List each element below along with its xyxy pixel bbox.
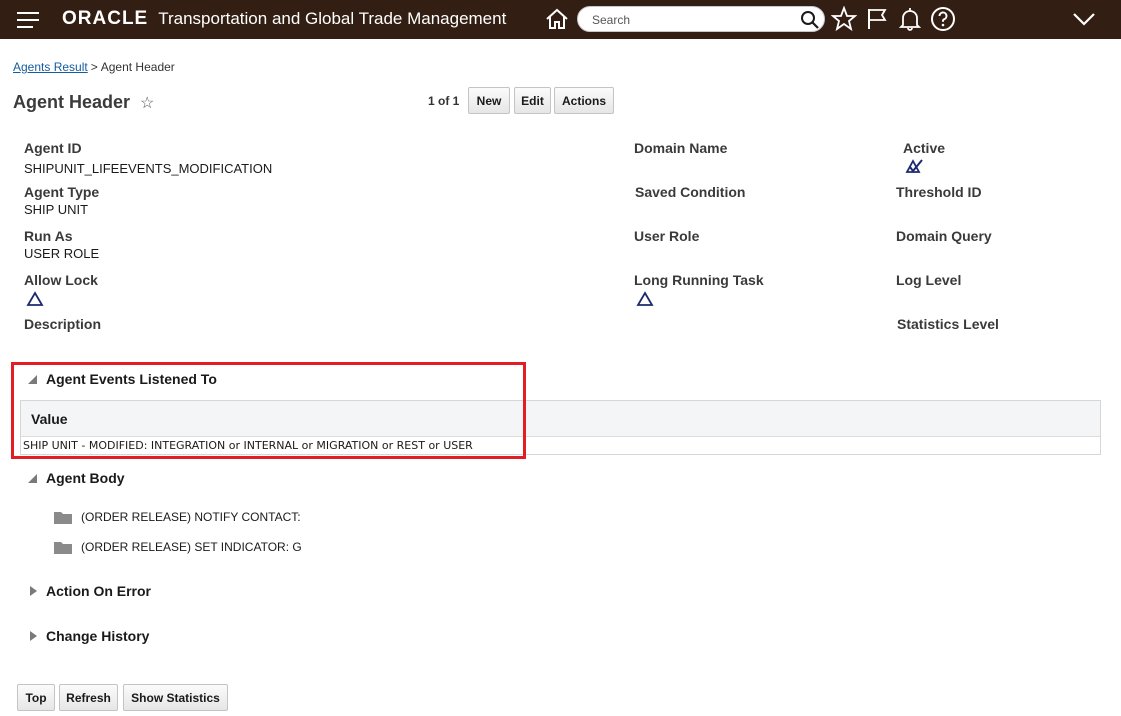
description-label: Description [24,316,102,332]
agent-id-label: Agent ID [24,140,82,156]
folder-icon [54,512,72,524]
tree-item-set-indicator[interactable]: (ORDER RELEASE) SET INDICATOR: G [54,540,302,554]
section-action-on-error-toggle[interactable]: Action On Error [26,583,151,599]
add-favorite-star-icon[interactable]: ☆ [140,93,154,113]
agent-id-value: SHIPUNIT_LIFEEVENTS_MODIFICATION [24,161,273,176]
agent-type-label: Agent Type [24,184,100,200]
notifications-bell-icon[interactable] [897,6,923,32]
breadcrumb-link-agents-result[interactable]: Agents Result [13,60,88,74]
statistics-level-label: Statistics Level [897,316,999,332]
section-agent-body-toggle[interactable]: Agent Body [26,470,125,486]
search-box[interactable] [577,6,825,32]
app-brand: ORACLE Transportation and Global Trade M… [62,8,506,30]
top-button[interactable]: Top [17,684,55,711]
user-role-label: User Role [634,228,700,244]
hamburger-menu-icon[interactable] [17,12,39,28]
product-name: Transportation and Global Trade Manageme… [158,9,507,28]
checked-triangle-icon [905,158,923,174]
search-input[interactable] [592,11,792,28]
breadcrumb: Agents Result > Agent Header [13,60,175,74]
top-bar: ORACLE Transportation and Global Trade M… [0,0,1121,39]
agent-type-value: SHIP UNIT [24,202,89,217]
pager-count: 1 of 1 [428,94,460,108]
saved-condition-label: Saved Condition [635,184,746,200]
collapsed-arrow-icon [30,631,37,641]
unchecked-triangle-icon [26,291,44,307]
expanded-arrow-icon [28,474,37,483]
section-agent-body-title: Agent Body [46,470,125,486]
threshold-id-label: Threshold ID [896,184,982,200]
tree-item-label: (ORDER RELEASE) NOTIFY CONTACT: [81,510,301,524]
section-action-on-error-title: Action On Error [46,583,152,599]
breadcrumb-current: Agent Header [100,60,175,74]
search-icon[interactable] [800,10,820,30]
oracle-logo: ORACLE [62,8,149,29]
folder-icon [54,542,72,554]
section-change-history-toggle[interactable]: Change History [26,628,149,644]
edit-button[interactable]: Edit [514,87,551,114]
page-title: Agent Header [13,92,131,112]
domain-query-label: Domain Query [896,228,992,244]
collapsed-arrow-icon [30,586,37,596]
help-icon[interactable] [930,6,956,32]
section-change-history-title: Change History [46,628,150,644]
highlight-box [11,362,526,459]
actions-button[interactable]: Actions [554,87,614,114]
active-label: Active [903,140,946,156]
breadcrumb-separator: > [90,60,98,74]
flag-icon[interactable] [864,6,890,32]
unchecked-triangle-icon [636,291,654,307]
favorites-star-icon[interactable] [830,5,858,32]
show-statistics-button[interactable]: Show Statistics [123,684,228,711]
home-icon[interactable] [544,6,570,32]
log-level-label: Log Level [896,272,962,288]
run-as-value: USER ROLE [24,246,100,261]
tree-item-notify-contact[interactable]: (ORDER RELEASE) NOTIFY CONTACT: [54,510,301,524]
allow-lock-label: Allow Lock [24,272,98,288]
new-button[interactable]: New [468,87,510,114]
chevron-down-icon[interactable] [1071,6,1097,32]
refresh-button[interactable]: Refresh [59,684,118,711]
run-as-label: Run As [24,228,73,244]
long-running-task-label: Long Running Task [634,272,764,288]
domain-name-label: Domain Name [634,140,728,156]
tree-item-label: (ORDER RELEASE) SET INDICATOR: G [81,540,302,554]
